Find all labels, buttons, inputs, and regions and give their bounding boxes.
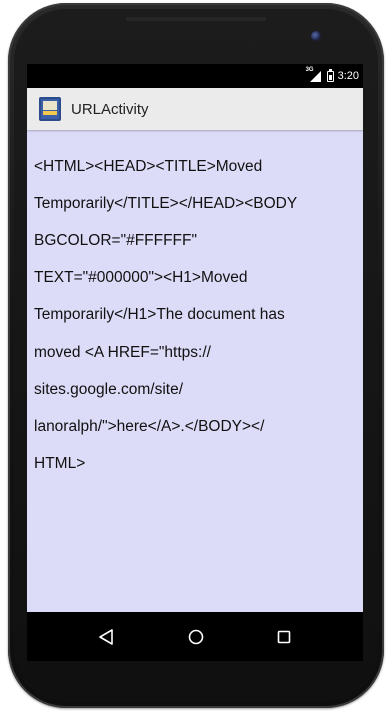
status-time: 3:20 (337, 70, 359, 82)
response-line: Temporarily</TITLE></HEAD><BODY (34, 194, 298, 212)
response-line: HTML> (34, 455, 86, 473)
response-line: lanoralph/">here</A>.</BODY></ (34, 417, 265, 435)
response-line: sites.google.com/site/ (34, 380, 184, 398)
navigation-bar (27, 612, 363, 661)
app-title: URLActivity (71, 100, 149, 118)
network-type-label: 3G (305, 67, 314, 73)
response-line: BGCOLOR="#FFFFFF" (34, 231, 197, 249)
home-circle-icon (188, 629, 204, 645)
home-button[interactable] (181, 622, 211, 652)
signal-icon: 3G (305, 67, 323, 83)
response-line: TEXT="#000000"><H1>Moved (34, 269, 248, 287)
response-line: Temporarily</H1>The document has (34, 306, 285, 324)
status-icons: 3G 3:20 (305, 67, 359, 85)
response-line: <HTML><HEAD><TITLE>Moved (34, 157, 263, 175)
app-icon (39, 97, 61, 121)
front-camera (311, 31, 321, 41)
action-bar: URLActivity (27, 88, 363, 130)
recents-square-icon (277, 630, 291, 644)
response-line: moved <A HREF="https:// (34, 343, 211, 361)
back-button[interactable] (91, 622, 121, 652)
response-text: <HTML><HEAD><TITLE>Moved Temporarily</TI… (34, 139, 354, 492)
earpiece-speaker (126, 17, 266, 21)
recents-button[interactable] (269, 622, 299, 652)
battery-icon (326, 68, 334, 82)
back-triangle-icon (99, 629, 113, 645)
status-bar: 3G 3:20 (27, 64, 363, 88)
device-screen: 3G 3:20 URLActivity <HTML><HEAD><TITLE>M… (27, 64, 363, 661)
